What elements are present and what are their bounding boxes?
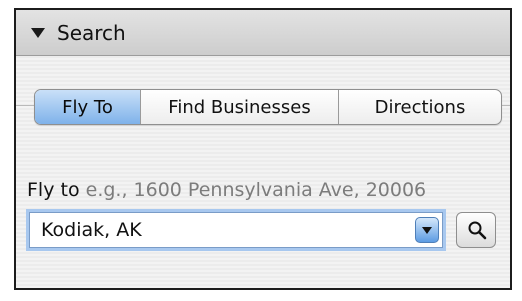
magnifier-icon bbox=[468, 221, 487, 240]
fly-to-hint: e.g., 1600 Pennsylvania Ave, 20006 bbox=[85, 179, 427, 201]
dropdown-arrow-icon[interactable] bbox=[415, 217, 439, 243]
tab-find-businesses[interactable]: Find Businesses bbox=[141, 90, 339, 124]
location-combobox[interactable] bbox=[29, 212, 443, 248]
search-tabs: Fly To Find Businesses Directions bbox=[34, 89, 502, 125]
search-panel-header[interactable]: Search bbox=[16, 10, 510, 56]
search-panel: Search Fly To Find Businesses Directions… bbox=[14, 8, 512, 290]
fly-to-label-text: Fly to bbox=[27, 179, 80, 201]
disclosure-triangle-icon[interactable] bbox=[31, 27, 45, 38]
tab-fly-to[interactable]: Fly To bbox=[35, 90, 141, 124]
tab-directions[interactable]: Directions bbox=[339, 90, 501, 124]
panel-title: Search bbox=[57, 20, 126, 45]
location-input[interactable] bbox=[30, 213, 421, 247]
fly-to-label: Fly to e.g., 1600 Pennsylvania Ave, 2000… bbox=[27, 179, 426, 201]
search-button[interactable] bbox=[456, 212, 496, 248]
